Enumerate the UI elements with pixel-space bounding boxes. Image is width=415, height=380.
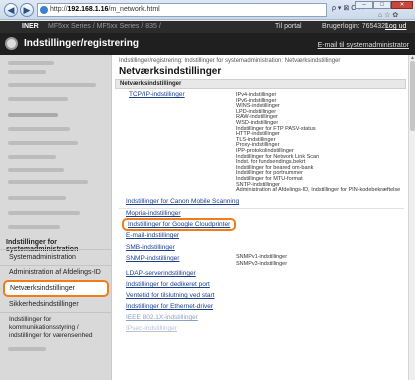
scrollbar[interactable]: ▲ (408, 55, 415, 380)
device-name: MF5xx Series / MF5xx Series / 835 / (48, 23, 161, 30)
sidebar-blurred-item[interactable] (8, 211, 80, 215)
brand-label: INER (22, 23, 39, 30)
sidebar-divider (0, 265, 111, 266)
browser-menu-icons[interactable]: ⌂ ☆ ✿ (378, 11, 398, 19)
canon-mobile-scanning-link[interactable]: Indstillinger for Canon Mobile Scanning (126, 198, 239, 205)
sidebar-item-security[interactable]: Sikkerhedsindstillinger (0, 301, 111, 308)
snmp-settings-link[interactable]: SNMP-indstillinger (126, 255, 179, 262)
sidebar-blurred-item[interactable] (8, 61, 54, 65)
page-icon (40, 6, 48, 14)
sidebar-blurred-item[interactable] (8, 141, 78, 145)
sidebar-system-heading: Indstillinger for systemadministration (6, 239, 78, 253)
ldap-settings-link[interactable]: LDAP-serverindstillinger (126, 270, 196, 277)
minimize-button[interactable]: – (355, 1, 373, 9)
row-divider (119, 208, 404, 209)
sidebar-item-network-settings[interactable]: Netværksindstillinger (3, 280, 109, 297)
page-title: Indstillinger/registrering (24, 38, 140, 49)
page-header: Indstillinger/registrering E-mail til sy… (0, 33, 415, 55)
tcpip-subitem: Administration af Afdelings-ID, Indstill… (236, 187, 401, 194)
address-text: http://192.168.1.16/m_network.html (50, 6, 160, 13)
ieee-8021x-link[interactable]: IEEE 802.1X-indstillinger (126, 314, 198, 321)
close-button[interactable]: ✕ (391, 1, 413, 9)
main-content: Indstillinger/registrering: Indstillinge… (111, 55, 408, 380)
sidebar-divider (0, 249, 111, 250)
sidebar-blurred-item[interactable] (8, 127, 70, 131)
forward-button[interactable]: ▶ (20, 3, 34, 17)
back-button[interactable]: ◀ (4, 3, 18, 17)
sidebar-blurred-heading (8, 113, 58, 117)
sidebar-blurred-item[interactable] (8, 196, 66, 200)
email-admin-link[interactable]: E-mail til systemadministrator (318, 42, 409, 49)
email-settings-link[interactable]: E-mail-indstillinger (126, 232, 179, 239)
device-header: INER MF5xx Series / MF5xx Series / 835 /… (0, 21, 415, 33)
sidebar-blurred-item[interactable] (8, 83, 96, 87)
ipsec-link[interactable]: IPsec-indstillinger (126, 325, 177, 332)
sidebar-blurred-item[interactable] (8, 180, 88, 184)
snmp-subitem: SNMPv3-indstillinger (236, 261, 288, 267)
section-header: Netværksindstillinger (115, 79, 406, 89)
scroll-thumb[interactable] (410, 61, 415, 131)
address-bar[interactable]: http://192.168.1.16/m_network.html (37, 3, 327, 17)
breadcrumb: Indstillinger/registrering: Indstillinge… (119, 58, 341, 64)
sidebar-item-communication[interactable]: Indstillinger for kommunikationsstyring … (0, 316, 111, 340)
sidebar-blurred-item[interactable] (8, 225, 60, 229)
sidebar-blurred-item[interactable] (8, 168, 64, 172)
sidebar-item-department-id[interactable]: Administration af Afdelings-ID (0, 269, 111, 276)
google-cloudprint-link[interactable]: Indstillinger for Google Cloudprinter (122, 218, 237, 231)
user-login-label: Brugerlogin: 7654321 (322, 23, 389, 30)
main-title: Netværksindstillinger (119, 66, 222, 77)
mopria-link[interactable]: Mopria-indstillinger (126, 210, 181, 217)
maximize-button[interactable]: □ (373, 1, 391, 9)
sidebar-item-system-admin[interactable]: Systemadministration (0, 254, 111, 261)
ethernet-driver-link[interactable]: Indstillinger for Ethernet-driver (126, 303, 213, 310)
portal-link[interactable]: Til portal (275, 21, 302, 33)
smb-settings-link[interactable]: SMB-indstillinger (126, 244, 175, 251)
browser-toolbar: ◀ ▶ http://192.168.1.16/m_network.html ρ… (0, 0, 415, 20)
sidebar-blurred-item[interactable] (8, 347, 46, 351)
sidebar-blurred-item[interactable] (8, 155, 56, 159)
sidebar-blurred-item[interactable] (8, 97, 68, 101)
startup-wait-link[interactable]: Ventetid for tilslutning ved start (126, 292, 215, 299)
sidebar-divider (0, 312, 111, 313)
settings-gear-icon (5, 37, 18, 50)
snmp-subitem: SNMPv1-indstillinger (236, 254, 288, 260)
logout-link[interactable]: Log ud (385, 21, 406, 33)
sidebar: Indstillinger for systemadministration S… (0, 55, 111, 380)
dedicated-port-link[interactable]: Indstillinger for dedikeret port (126, 281, 210, 288)
tcpip-settings-link[interactable]: TCP/IP-indstillinger (129, 91, 185, 98)
sidebar-blurred-item[interactable] (8, 70, 46, 74)
